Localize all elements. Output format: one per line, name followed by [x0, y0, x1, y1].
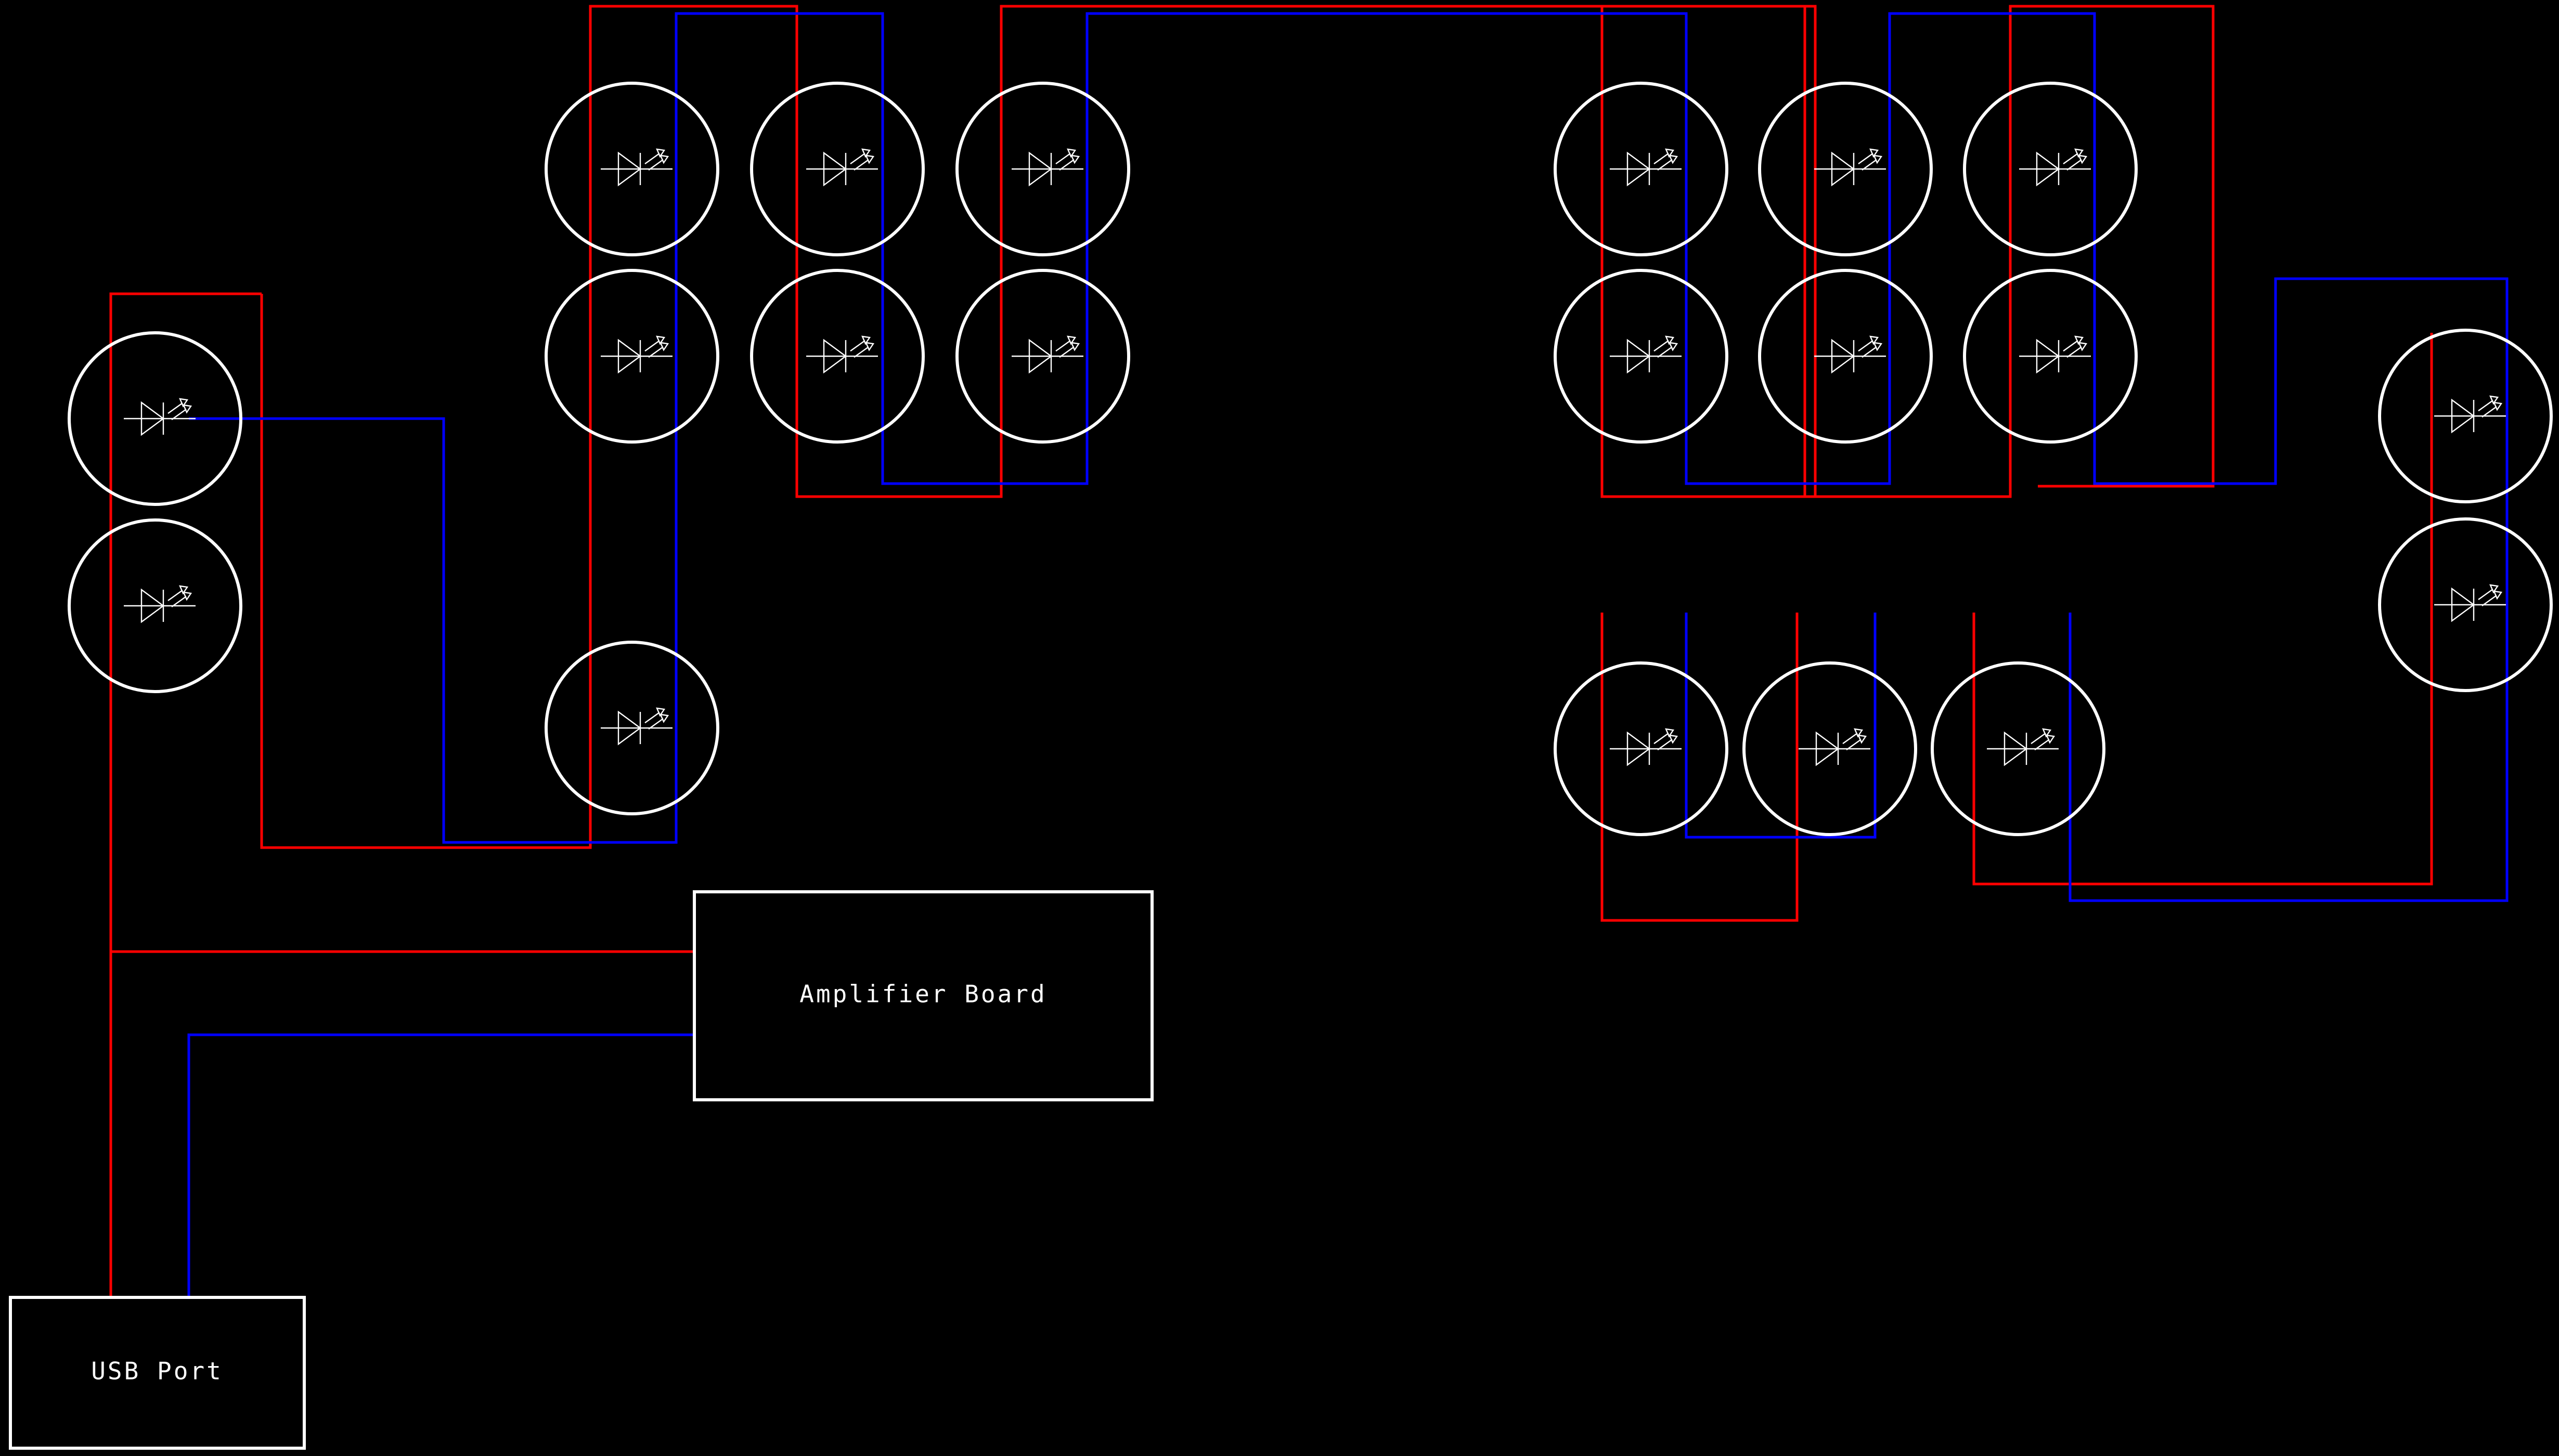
usb-port-label: USB Port: [91, 1357, 223, 1385]
amplifier-board-box[interactable]: Amplifier Board: [693, 890, 1154, 1101]
diagram-canvas: USB Port Amplifier Board: [0, 0, 2559, 1456]
diagram-background: [0, 0, 2559, 1456]
usb-port-box[interactable]: USB Port: [9, 1296, 306, 1450]
amplifier-board-label: Amplifier Board: [799, 980, 1046, 1008]
circuit-diagram: USB Port Amplifier Board: [0, 0, 2559, 1456]
